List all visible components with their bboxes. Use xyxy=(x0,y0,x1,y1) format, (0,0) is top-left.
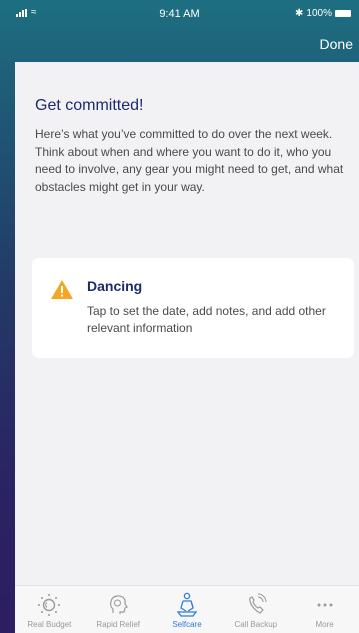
tab-label-selfcare: Selfcare xyxy=(172,620,202,629)
warning-icon xyxy=(51,280,73,299)
tab-rapid-relief[interactable]: Rapid Relief xyxy=(84,586,153,633)
intro-text: Here’s what you’ve committed to do over … xyxy=(35,127,344,194)
tab-label-call-backup: Call Backup xyxy=(234,620,278,629)
tab-label-more: More xyxy=(315,620,334,629)
tab-label-rapid-relief: Rapid Relief xyxy=(96,620,140,629)
navigation-bar: Done xyxy=(0,26,359,62)
tab-real-budget[interactable]: Real Budget xyxy=(15,586,84,633)
done-button[interactable]: Done xyxy=(320,36,353,52)
more-icon xyxy=(317,603,333,607)
status-bar: ≈ 9:41 AM ✱ 100% xyxy=(0,0,359,26)
tab-selfcare[interactable]: Selfcare xyxy=(153,586,222,633)
card-description: Tap to set the date, add notes, and add … xyxy=(87,304,326,335)
status-right: ✱ 100% xyxy=(295,8,351,19)
battery-percent: 100% xyxy=(306,8,332,19)
tab-call-backup[interactable]: Call Backup xyxy=(221,586,290,633)
tab-label-real-budget: Real Budget xyxy=(27,620,72,629)
card-title: Dancing xyxy=(87,278,143,294)
bluetooth-icon: ✱ xyxy=(295,8,304,19)
tab-more[interactable]: More xyxy=(290,586,359,633)
sun-icon xyxy=(38,594,61,616)
phone-icon xyxy=(249,593,267,614)
battery-icon xyxy=(335,10,351,17)
meditation-icon xyxy=(176,592,198,617)
head-icon xyxy=(110,595,129,614)
commitment-card[interactable]: Dancing Tap to set the date, add notes, … xyxy=(32,258,354,358)
app-screen: ≈ 9:41 AM ✱ 100% Done Get committed! Her… xyxy=(0,0,359,633)
tab-bar: Real Budget Rapid Relief Selfcare Call B… xyxy=(15,585,359,633)
page-title: Get committed! xyxy=(35,97,144,114)
